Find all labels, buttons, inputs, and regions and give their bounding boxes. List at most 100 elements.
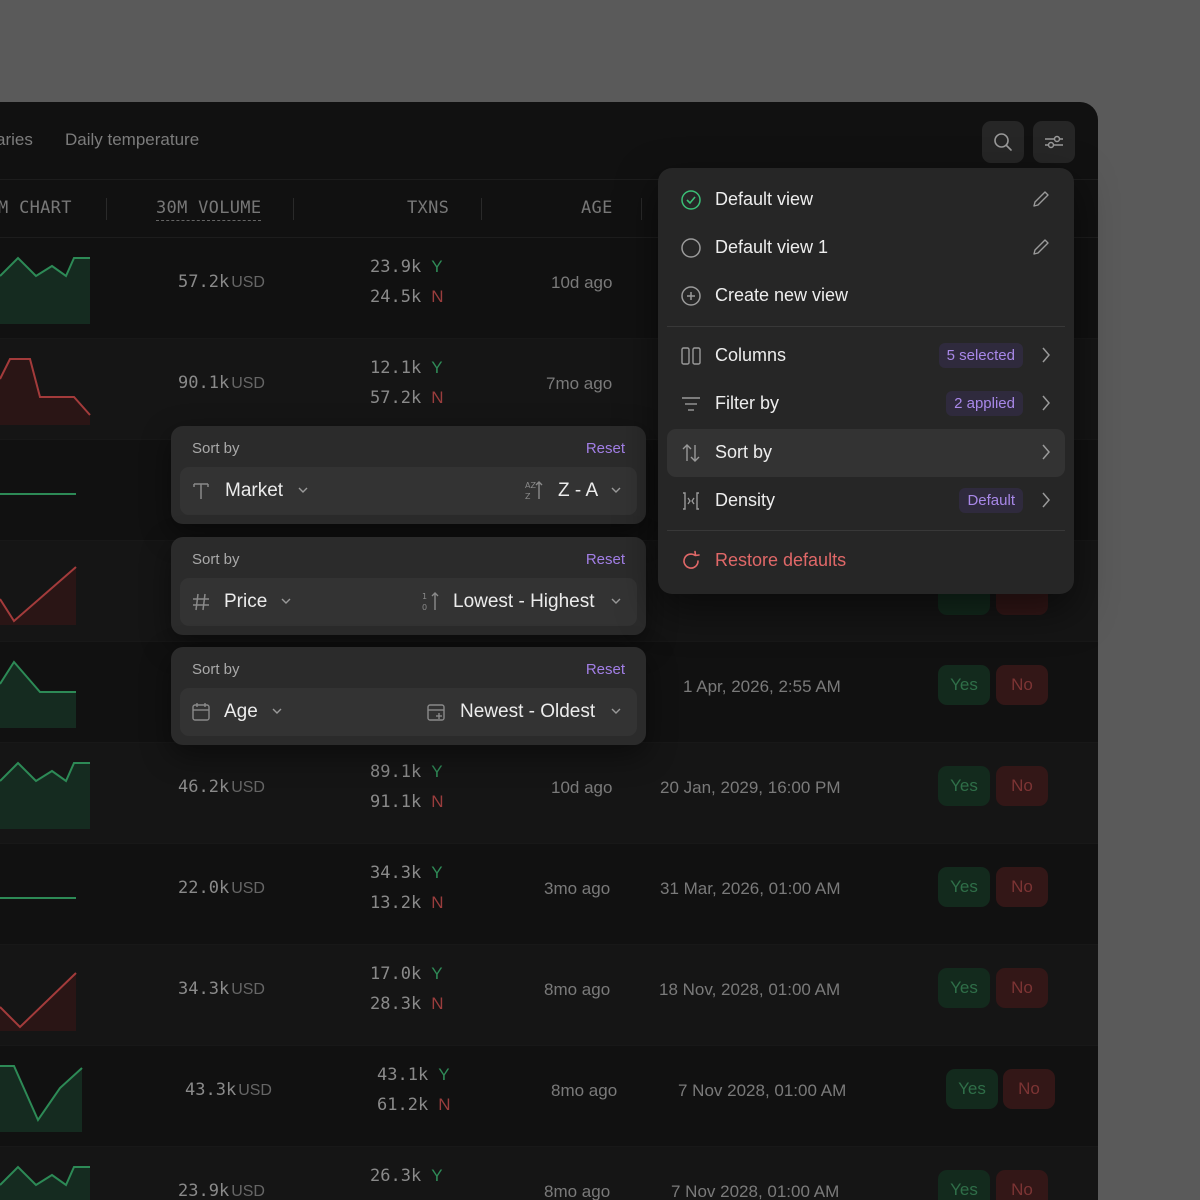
sort-field-select[interactable]: Age — [224, 701, 258, 723]
hash-icon — [193, 593, 209, 611]
no-button[interactable]: No — [996, 968, 1048, 1008]
chevron-down-icon[interactable] — [611, 708, 621, 715]
sort-field-select[interactable]: Price — [224, 591, 267, 613]
volume-value: 22.0k USD — [178, 878, 265, 898]
yes-button[interactable]: Yes — [938, 766, 990, 806]
menu-item-label: Sort by — [715, 442, 773, 462]
txns-no: 13.2k N — [370, 893, 444, 913]
chevron-down-icon[interactable] — [272, 708, 282, 715]
view-settings-button[interactable] — [1033, 121, 1075, 163]
column-divider — [293, 198, 294, 220]
yes-button[interactable]: Yes — [938, 867, 990, 907]
sort-order-select[interactable]: Z - A — [558, 480, 598, 502]
column-header-volume[interactable]: 30M VOLUME — [156, 198, 262, 221]
svg-text:1: 1 — [422, 592, 427, 601]
date-value: 18 Nov, 2028, 01:00 AM — [659, 980, 841, 999]
reset-button[interactable]: Reset — [586, 440, 625, 457]
column-header-chart[interactable]: M CHART — [0, 198, 72, 218]
search-icon — [994, 133, 1012, 151]
menu-item-density[interactable]: Density Default — [667, 477, 1065, 525]
volume-value: 23.9k USD — [178, 1181, 265, 1200]
density-badge: Default — [959, 488, 1023, 513]
date-value: 31 Mar, 2026, 01:00 AM — [660, 879, 841, 898]
pencil-icon[interactable] — [1031, 237, 1051, 257]
reset-button[interactable]: Reset — [586, 661, 625, 678]
menu-item-restore-defaults[interactable]: Restore defaults — [667, 537, 1065, 585]
table-row[interactable]: 34.3k USD 17.0k Y 28.3k N 8mo ago 18 Nov, 2… — [0, 945, 1098, 1046]
sparkline-chart — [0, 358, 91, 425]
date-value: 7 Nov 2028, 01:00 AM — [678, 1081, 847, 1100]
chevron-down-icon[interactable] — [281, 598, 291, 605]
txns-yes: 43.1k Y — [377, 1065, 450, 1085]
menu-item-label: Restore defaults — [715, 550, 847, 570]
pencil-icon[interactable] — [1031, 189, 1051, 209]
date-value: 1 Apr, 2026, 2:55 AM — [683, 677, 841, 696]
table-row[interactable]: 43.3k USD 43.1k Y 61.2k N 8mo ago 7 Nov 202… — [0, 1046, 1098, 1147]
no-button[interactable]: No — [996, 1170, 1048, 1200]
volume-value: 46.2k USD — [178, 777, 265, 797]
menu-divider — [667, 326, 1065, 327]
txns-no: 57.2k N — [370, 388, 444, 408]
sort-panel-price: Sort by Reset Price 10 Lowest - Highest — [171, 537, 646, 635]
txns-yes: 12.1k Y — [370, 358, 443, 378]
table-row[interactable]: 46.2k USD 89.1k Y 91.1k N 10d ago 20 Jan, 2… — [0, 743, 1098, 844]
column-divider — [641, 198, 642, 220]
sort-order-select[interactable]: Lowest - Highest — [453, 591, 595, 613]
calendar-icon — [192, 703, 210, 721]
sort-panel-title: Sort by — [192, 440, 240, 457]
sparkline-chart — [0, 1165, 90, 1200]
filter-icon — [682, 397, 700, 411]
column-divider — [481, 198, 482, 220]
sparkline-chart — [0, 897, 76, 899]
date-value: 7 Nov 2028, 01:00 AM — [671, 1182, 840, 1200]
no-button[interactable]: No — [1003, 1069, 1055, 1109]
sliders-icon — [1045, 135, 1063, 149]
columns-badge: 5 selected — [938, 343, 1023, 368]
column-header-txns[interactable]: TXNS — [407, 198, 449, 218]
filter-badge: 2 applied — [946, 391, 1023, 416]
sort-field-select[interactable]: Market — [225, 480, 283, 502]
yes-button[interactable]: Yes — [938, 665, 990, 705]
chevron-down-icon[interactable] — [298, 487, 308, 494]
txns-yes: 23.9k Y — [370, 257, 443, 277]
menu-item-filter[interactable]: Filter by 2 applied — [667, 380, 1065, 428]
sparkline-chart — [0, 256, 90, 324]
menu-item-columns[interactable]: Columns 5 selected — [667, 332, 1065, 380]
chevron-down-icon[interactable] — [611, 487, 621, 494]
yes-button[interactable]: Yes — [946, 1069, 998, 1109]
column-header-age[interactable]: AGE — [581, 198, 613, 218]
menu-item-label: Create new view — [715, 285, 849, 305]
menu-item-label: Filter by — [715, 393, 780, 413]
yes-button[interactable]: Yes — [938, 968, 990, 1008]
menu-item-sort[interactable]: Sort by — [667, 429, 1065, 477]
age-value: 10d ago — [551, 778, 613, 797]
menu-item-default-view[interactable]: Default view — [667, 176, 1065, 224]
chevron-down-icon[interactable] — [611, 598, 621, 605]
menu-item-create-view[interactable]: Create new view — [667, 272, 1065, 320]
check-circle-icon — [681, 190, 701, 210]
column-divider — [106, 198, 107, 220]
sort-order-select[interactable]: Newest - Oldest — [460, 701, 595, 723]
sort-arrows-icon — [682, 444, 700, 462]
txns-no: 28.3k N — [370, 994, 444, 1014]
table-row[interactable]: 22.0k USD 34.3k Y 13.2k N 3mo ago 31 Mar, 2… — [0, 844, 1098, 945]
no-button[interactable]: No — [996, 867, 1048, 907]
tab-aries[interactable]: aries — [0, 130, 33, 150]
age-value: 8mo ago — [544, 1182, 611, 1200]
table-row[interactable]: 23.9k USD 26.3k Y 8mo ago 7 Nov 2028, 01:0… — [0, 1147, 1098, 1200]
chevron-right-icon — [1042, 444, 1050, 460]
sparkline-chart — [0, 1065, 83, 1132]
sort-numeric-icon: 10 — [422, 592, 439, 612]
chevron-right-icon — [1042, 347, 1050, 363]
reset-button[interactable]: Reset — [586, 551, 625, 568]
no-button[interactable]: No — [996, 665, 1048, 705]
tab-daily-temperature[interactable]: Daily temperature — [65, 130, 199, 150]
search-button[interactable] — [982, 121, 1024, 163]
no-button[interactable]: No — [996, 766, 1048, 806]
svg-text:0: 0 — [422, 603, 427, 612]
sort-panel-title: Sort by — [192, 551, 240, 568]
volume-value: 90.1k USD — [178, 373, 265, 393]
age-value: 8mo ago — [551, 1081, 618, 1100]
menu-item-default-view-1[interactable]: Default view 1 — [667, 224, 1065, 272]
yes-button[interactable]: Yes — [938, 1170, 990, 1200]
